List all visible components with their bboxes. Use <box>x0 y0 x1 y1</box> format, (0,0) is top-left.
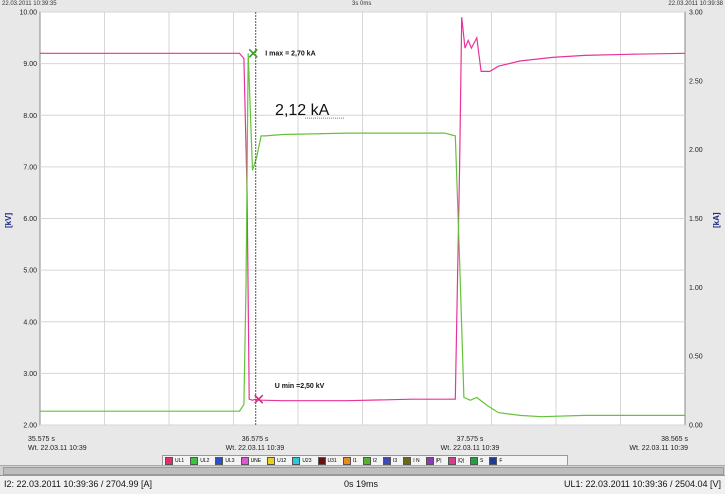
left-tick-label: 5.00 <box>23 268 37 275</box>
x-tick-time: 36.575 s <box>242 436 269 443</box>
legend-label: I2 <box>372 458 378 464</box>
legend-item-i2[interactable]: I2 <box>362 457 378 465</box>
x-tick-time: 37.575 s <box>457 436 484 443</box>
x-axis-ticks: 35.575 s Wt. 22.03.11 10:39 36.575 s Wt. 22… <box>28 436 688 452</box>
legend-label: UL1 <box>175 458 185 464</box>
status-bar: I2: 22.03.2011 10:39:36 / 2704.99 [A] 0s… <box>0 475 725 494</box>
legend-swatch <box>165 457 173 465</box>
x-tick-date: Wt. 22.03.11 10:39 <box>226 445 285 452</box>
legend-label: I N <box>413 458 420 464</box>
left-tick-label: 3.00 <box>23 371 37 378</box>
left-axis-ticks: 10.00 9.00 8.00 7.00 6.00 5.00 4.00 3.00 2.00 <box>19 10 37 430</box>
legend-label: F <box>499 458 503 464</box>
left-tick-label: 9.00 <box>23 61 37 68</box>
legend-label: UNE <box>250 458 262 464</box>
legend-swatch <box>383 457 392 465</box>
x-tick-date: Wt. 22.03.11 10:39 <box>629 445 688 452</box>
right-tick-label: 3.00 <box>689 10 703 17</box>
legend-item-in[interactable]: I N <box>403 457 420 465</box>
legend-swatch <box>489 457 498 465</box>
left-tick-label: 4.00 <box>23 319 37 326</box>
legend-item-ul2[interactable]: UL2 <box>190 457 209 465</box>
legend-swatch <box>447 457 456 465</box>
right-tick-label: 0.50 <box>689 354 703 361</box>
legend-item-ul3[interactable]: UL3 <box>215 457 235 465</box>
legend-swatch <box>190 457 199 465</box>
umin-annotation: U min =2,50 kV <box>275 383 325 390</box>
legend-item-i3[interactable]: I3 <box>383 457 397 465</box>
left-tick-label: 8.00 <box>23 113 37 120</box>
legend-swatch <box>292 457 301 465</box>
right-tick-label: 1.00 <box>689 285 703 292</box>
imax-annotation: I max = 2,70 kA <box>265 50 315 57</box>
x-tick-date: Wt. 22.03.11 10:39 <box>28 445 87 452</box>
horizontal-scrollbar[interactable] <box>0 465 725 475</box>
x-tick-date: Wt. 22.03.11 10:39 <box>441 445 500 452</box>
x-tick-time: 35.575 s <box>28 436 55 443</box>
left-tick-label: 7.00 <box>23 164 37 171</box>
right-tick-label: 1.50 <box>689 216 703 223</box>
current-annotation: 2,12 kA <box>275 102 330 119</box>
right-tick-label: 2.50 <box>689 78 703 85</box>
waveform-chart[interactable]: 10.00 9.00 8.00 7.00 6.00 5.00 4.00 3.00 2.00 3.… <box>0 0 725 455</box>
left-tick-label: 2.00 <box>23 423 37 430</box>
status-left: I2: 22.03.2011 10:39:36 / 2704.99 [A] <box>4 479 152 489</box>
legend-label: |P| <box>435 458 442 464</box>
right-tick-label: 0.00 <box>689 423 703 430</box>
legend-swatch <box>403 457 412 465</box>
right-axis-ticks: 3.00 2.50 2.00 1.50 1.00 0.50 0.00 <box>689 10 703 430</box>
legend-swatch <box>470 457 479 465</box>
legend-item-ul1[interactable]: UL1 <box>165 457 184 465</box>
legend-swatch <box>267 457 276 465</box>
legend-label: I1 <box>352 458 357 464</box>
legend-label: U23 <box>302 458 312 464</box>
legend-label: UL2 <box>200 458 210 464</box>
right-tick-label: 2.00 <box>689 147 703 154</box>
legend-item-u23[interactable]: U23 <box>292 457 312 465</box>
legend-swatch <box>215 457 224 465</box>
left-tick-label: 6.00 <box>23 216 37 223</box>
status-center: 0s 19ms <box>344 479 379 489</box>
legend-swatch <box>342 457 351 465</box>
right-axis-label: [kA] <box>712 212 721 228</box>
legend-item-une[interactable]: UNE <box>240 457 262 465</box>
legend-swatch <box>317 457 326 465</box>
legend-item-p[interactable]: |P| <box>425 457 442 465</box>
legend-label: UL3 <box>225 458 235 464</box>
legend-swatch <box>240 457 249 465</box>
legend-label: U12 <box>277 458 287 464</box>
left-tick-label: 10.00 <box>19 10 37 17</box>
legend-label: |Q| <box>457 458 465 464</box>
legend-item-q[interactable]: |Q| <box>447 457 465 465</box>
legend-label: I3 <box>393 458 398 464</box>
legend-label: S <box>480 458 484 464</box>
legend-item-u12[interactable]: U12 <box>267 457 286 465</box>
legend-item-f[interactable]: F <box>489 457 502 465</box>
scrollbar-thumb[interactable] <box>3 467 724 475</box>
left-axis-label: [kV] <box>4 213 13 228</box>
legend-swatch <box>362 457 371 465</box>
legend-swatch <box>425 457 434 465</box>
legend-item-u31[interactable]: U31 <box>317 457 337 465</box>
status-right: UL1: 22.03.2011 10:39:36 / 2504.04 [V] <box>564 479 721 489</box>
legend-item-s[interactable]: S <box>470 457 483 465</box>
legend-item-i1[interactable]: I1 <box>342 457 357 465</box>
legend-label: U31 <box>327 458 337 464</box>
x-tick-time: 38.565 s <box>661 436 688 443</box>
